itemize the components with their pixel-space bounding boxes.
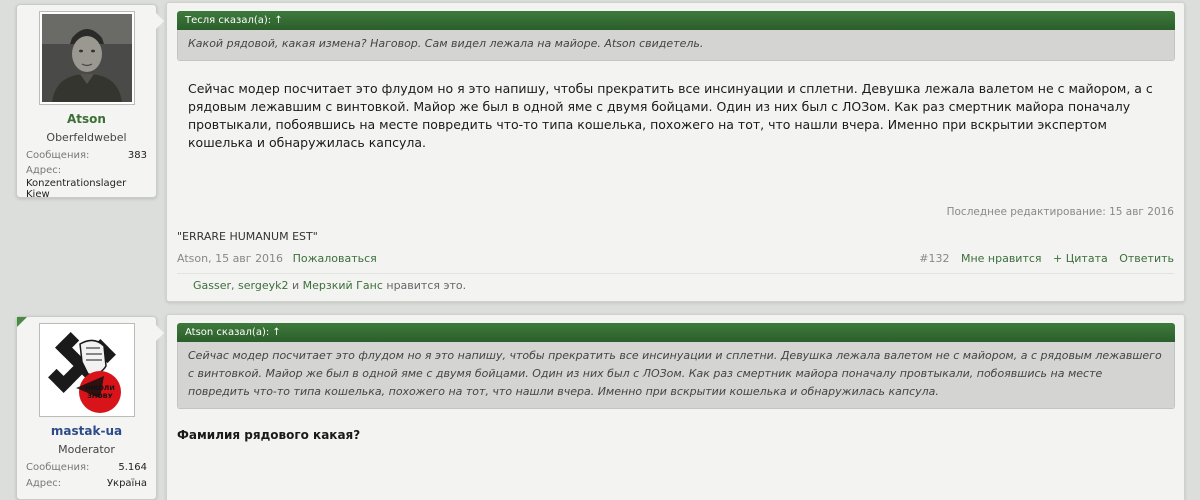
likes-separator: и [288, 279, 303, 292]
post-number-link[interactable]: #132 [919, 252, 949, 265]
quote-block: Тесля сказал(а): ↑ Какой рядовой, какая … [177, 11, 1175, 61]
address-value: Konzentrationslager Kiew [26, 178, 127, 200]
soldier-photo-icon [41, 14, 132, 102]
address-stat: Адрес: Україна [17, 478, 156, 489]
edited-note: Последнее редактирование: 15 авг 2016 [946, 206, 1174, 218]
author-date[interactable]: Atson, 15 авг 2016 [177, 252, 283, 265]
quote-text: Сейчас модер посчитает это флудом но я э… [177, 342, 1175, 409]
messages-label: Сообщения: [26, 462, 90, 473]
user-card: НІКОЛИ ЗНОВУ mastak-ua Moderator Сообщен… [16, 316, 164, 500]
card-notch [156, 325, 164, 341]
avatar[interactable] [38, 11, 135, 105]
fist-emblem-icon: НІКОЛИ ЗНОВУ [41, 326, 132, 414]
message-meta: Atson, 15 авг 2016 Пожаловаться #132 Мне… [177, 252, 1174, 265]
message-text: Сейчас модер посчитает это флудом но я э… [188, 81, 1153, 150]
message-box: Atson сказал(а): ↑ Сейчас модер посчитае… [166, 314, 1185, 500]
quote-text: Какой рядовой, какая измена? Наговор. Са… [177, 30, 1175, 61]
svg-text:НІКОЛИ: НІКОЛИ [85, 384, 115, 392]
liker-link[interactable]: Gasser [193, 279, 231, 292]
address-label: Адрес: [26, 165, 62, 176]
messages-stat: Сообщения: 5.164 [17, 462, 156, 473]
report-link[interactable]: Пожаловаться [293, 252, 377, 265]
quote-block: Atson сказал(а): ↑ Сейчас модер посчитае… [177, 323, 1175, 409]
signature: "ERRARE HUMANUM EST" [177, 230, 318, 243]
message-box: Тесля сказал(а): ↑ Какой рядовой, какая … [166, 2, 1185, 302]
messages-label: Сообщения: [26, 150, 90, 161]
address-label: Адрес: [26, 478, 62, 489]
message-text: Фамилия рядового какая? [177, 428, 361, 442]
liker-link[interactable]: sergeyk2 [238, 279, 288, 292]
meta-right: #132 Мне нравится + Цитата Ответить [911, 252, 1174, 265]
messages-stat: Сообщения: 383 [17, 150, 156, 161]
address-value: Україна [106, 478, 147, 489]
svg-text:ЗНОВУ: ЗНОВУ [87, 392, 113, 400]
username[interactable]: Atson [17, 112, 156, 126]
messages-count[interactable]: 5.164 [118, 462, 147, 473]
user-card: Atson Oberfeldwebel Сообщения: 383 Адрес… [16, 4, 164, 200]
likes-separator: , [231, 279, 239, 292]
like-button[interactable]: Мне нравится [961, 252, 1042, 265]
quote-header[interactable]: Тесля сказал(а): ↑ [177, 11, 1175, 30]
moderator-flag [17, 317, 27, 327]
card-notch [156, 13, 164, 29]
avatar[interactable]: НІКОЛИ ЗНОВУ [38, 323, 135, 417]
liker-link[interactable]: Мерзкий Ганс [303, 279, 383, 292]
quote-button[interactable]: + Цитата [1053, 252, 1108, 265]
meta-left: Atson, 15 авг 2016 Пожаловаться [177, 252, 383, 265]
address-stat: Адрес: [17, 165, 156, 176]
username[interactable]: mastak-ua [17, 424, 156, 438]
quote-header[interactable]: Atson сказал(а): ↑ [177, 323, 1175, 342]
reply-button[interactable]: Ответить [1119, 252, 1174, 265]
likes-summary: Gasser, sergeyk2 и Мерзкий Ганс нравится… [177, 273, 1174, 292]
likes-suffix: нравится это. [382, 279, 467, 292]
messages-count[interactable]: 383 [128, 150, 147, 161]
user-title: Moderator [58, 443, 115, 456]
user-title: Oberfeldwebel [46, 131, 127, 144]
